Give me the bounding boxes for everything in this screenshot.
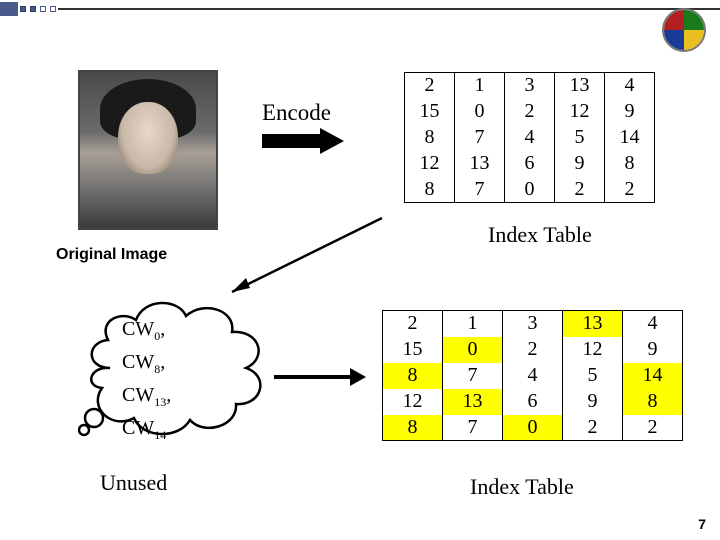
- original-image-thumbnail: [78, 70, 218, 230]
- codeword-item: CW14: [122, 415, 171, 448]
- index-cell: 8: [383, 415, 443, 441]
- index-cell: 15: [405, 99, 455, 125]
- index-cell: 4: [605, 73, 655, 99]
- index-cell: 5: [563, 363, 623, 389]
- index-cell: 12: [383, 389, 443, 415]
- encode-label: Encode: [262, 100, 331, 126]
- index-cell: 7: [443, 415, 503, 441]
- index-cell: 2: [605, 177, 655, 203]
- index-cell: 13: [443, 389, 503, 415]
- index-cell: 4: [623, 311, 683, 337]
- index-cell: 4: [503, 363, 563, 389]
- index-cell: 6: [505, 151, 555, 177]
- index-cell: 1: [443, 311, 503, 337]
- top-accent: [0, 0, 720, 18]
- index-cell: 9: [563, 389, 623, 415]
- index-cell: 12: [555, 99, 605, 125]
- index-cell: 13: [563, 311, 623, 337]
- index-cell: 0: [503, 415, 563, 441]
- index-cell: 6: [503, 389, 563, 415]
- index-cell: 8: [405, 177, 455, 203]
- index-cell: 7: [455, 177, 505, 203]
- index-cell: 2: [503, 337, 563, 363]
- index-cell: 2: [405, 73, 455, 99]
- index-cell: 0: [455, 99, 505, 125]
- original-image-label: Original Image: [56, 246, 167, 264]
- index-cell: 8: [605, 151, 655, 177]
- index-cell: 3: [505, 73, 555, 99]
- logo-badge: [662, 8, 706, 52]
- index-cell: 1: [455, 73, 505, 99]
- index-cell: 9: [555, 151, 605, 177]
- thought-cloud-icon: [78, 292, 274, 444]
- index-cell: 9: [605, 99, 655, 125]
- index-cell: 2: [383, 311, 443, 337]
- index-table-top-caption: Index Table: [488, 222, 592, 248]
- index-cell: 8: [623, 389, 683, 415]
- codeword-item: CW0,: [122, 316, 171, 349]
- index-cell: 13: [455, 151, 505, 177]
- diagonal-arrow-icon: [216, 214, 386, 298]
- codeword-list: CW0,CW8,CW13,CW14: [122, 316, 171, 448]
- index-cell: 9: [623, 337, 683, 363]
- unused-label: Unused: [100, 470, 167, 496]
- index-cell: 14: [605, 125, 655, 151]
- codeword-item: CW8,: [122, 349, 171, 382]
- index-table-bottom: 2131341502129874514121369887022: [382, 310, 683, 441]
- index-cell: 2: [505, 99, 555, 125]
- index-table-top: 2131341502129874514121369887022: [404, 72, 655, 203]
- page-number: 7: [698, 516, 706, 532]
- index-cell: 12: [563, 337, 623, 363]
- index-cell: 5: [555, 125, 605, 151]
- codeword-arrow-icon: [274, 370, 366, 384]
- codeword-item: CW13,: [122, 382, 171, 415]
- index-cell: 2: [623, 415, 683, 441]
- index-cell: 2: [555, 177, 605, 203]
- encode-arrow-icon: [262, 132, 344, 150]
- index-cell: 8: [383, 363, 443, 389]
- index-cell: 8: [405, 125, 455, 151]
- index-cell: 0: [443, 337, 503, 363]
- index-cell: 0: [505, 177, 555, 203]
- index-cell: 3: [503, 311, 563, 337]
- index-cell: 7: [443, 363, 503, 389]
- index-cell: 15: [383, 337, 443, 363]
- index-cell: 4: [505, 125, 555, 151]
- index-cell: 12: [405, 151, 455, 177]
- index-cell: 7: [455, 125, 505, 151]
- index-cell: 2: [563, 415, 623, 441]
- index-cell: 14: [623, 363, 683, 389]
- index-table-bottom-caption: Index Table: [470, 474, 574, 500]
- index-cell: 13: [555, 73, 605, 99]
